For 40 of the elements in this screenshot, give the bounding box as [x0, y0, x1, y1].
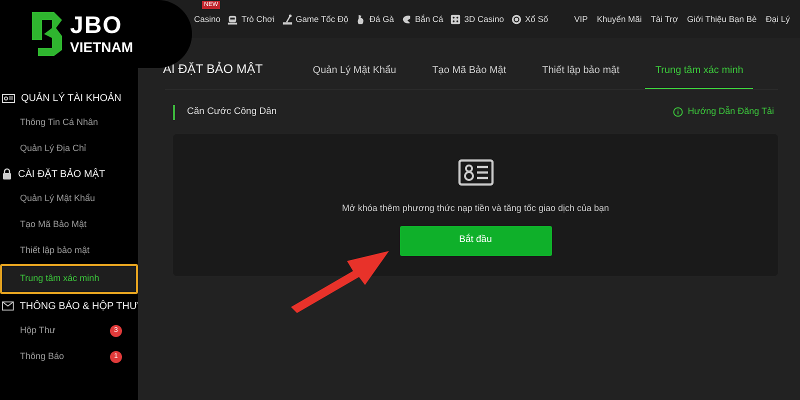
nav-link[interactable]: Casino [194, 12, 220, 26]
help-link[interactable]: Hướng Dẫn Đăng Tải [672, 105, 774, 119]
card-message: Mở khóa thêm phương thức nạp tiền và tăng tốc giao dịch của bạn [342, 202, 610, 215]
logo-title: JBO [70, 14, 124, 38]
sidebar-item[interactable]: Thông Tin Cá Nhân [0, 110, 138, 136]
sidebar-group-title: QUẢN LÝ TÀI KHOẢN [21, 91, 122, 106]
logo-mark-icon [30, 10, 64, 58]
sidebar-group-title: THÔNG BÁO & HỘP THƯ [20, 299, 138, 314]
ball-icon [510, 14, 522, 24]
id-card-icon [458, 159, 494, 186]
nav-link[interactable]: Trò Chơi [227, 12, 275, 26]
tab[interactable]: Thiết lập bảo mật [532, 63, 630, 89]
lock-icon [2, 168, 12, 180]
logo-subtitle: VIETNAM [70, 40, 133, 54]
sidebar-item[interactable]: Quản Lý Mật Khẩu [0, 186, 138, 212]
nav-link[interactable]: 3D Casino [450, 12, 504, 26]
tab[interactable]: Tạo Mã Bảo Mật [422, 63, 516, 89]
nav-link[interactable]: Đá Gà [355, 12, 394, 26]
nav-link[interactable]: Game Tốc Độ [282, 12, 348, 26]
nav-link[interactable]: VIP [574, 12, 588, 26]
mail-icon [2, 301, 14, 311]
nav-link[interactable]: Xổ Số [510, 12, 548, 26]
sidebar-item[interactable]: Trung tâm xác minh [0, 264, 138, 294]
robot-icon [227, 14, 238, 24]
section-title: Căn Cước Công Dân [187, 104, 277, 119]
nav-link[interactable]: Bắn Cá [400, 12, 444, 26]
joystick-icon [282, 14, 293, 24]
info-icon [672, 107, 683, 117]
nav-link[interactable]: Giới Thiệu Bạn Bè [687, 12, 757, 26]
nav-link[interactable]: Khuyến Mãi [596, 12, 642, 26]
tab[interactable]: Trung tâm xác minh [645, 63, 754, 89]
nav-link[interactable]: Đại Lý [766, 12, 790, 26]
nav-link[interactable]: Tài Trợ [650, 12, 678, 26]
id-card-icon [2, 94, 15, 102]
tab[interactable]: Quản Lý Mật Khẩu [302, 63, 406, 89]
sidebar-item[interactable]: Tạo Mã Bảo Mật [0, 212, 138, 238]
sidebar-item[interactable]: Thiết lập bảo mật [0, 238, 138, 264]
dice-icon [450, 14, 462, 24]
sidebar-group-title: CÀI ĐẶT BẢO MẬT [18, 167, 106, 182]
sidebar-item[interactable]: Quản Lý Địa Chỉ [0, 136, 138, 162]
